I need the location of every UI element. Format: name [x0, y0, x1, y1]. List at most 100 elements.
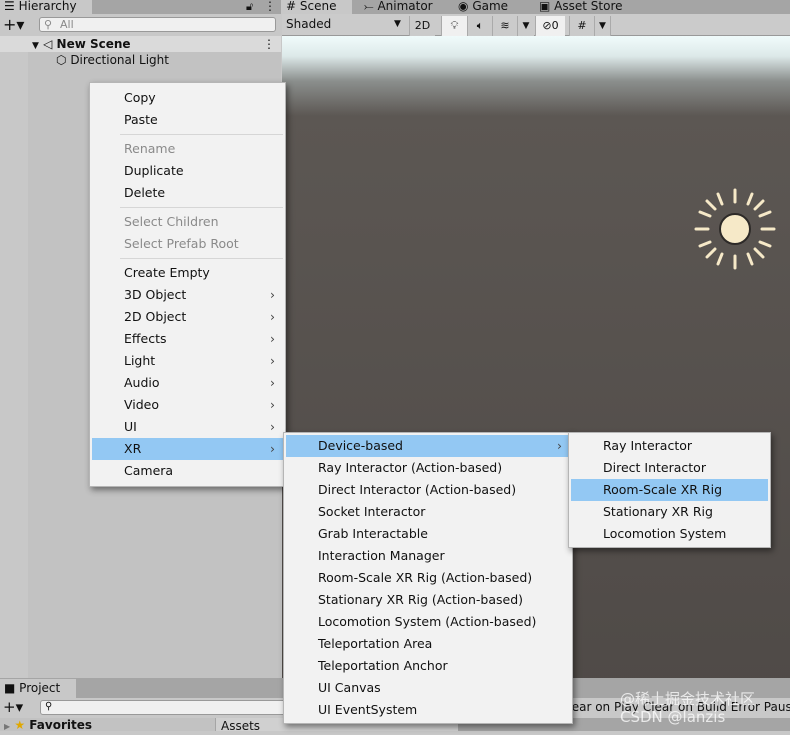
menu-item-locomotion-system[interactable]: Locomotion System	[571, 523, 768, 545]
menu-item-label: Effects	[124, 331, 167, 346]
menu-item-video[interactable]: Video ›	[92, 394, 283, 416]
menu-item-ui[interactable]: UI ›	[92, 416, 283, 438]
menu-item-label: Create Empty	[124, 265, 210, 280]
effects-toggle-icon[interactable]: ≋	[492, 16, 517, 36]
menu-item-2d-object[interactable]: 2D Object ›	[92, 306, 283, 328]
directional-light-gizmo-icon[interactable]	[694, 188, 776, 270]
menu-item-3d-object[interactable]: 3D Object ›	[92, 284, 283, 306]
menu-item-xr[interactable]: XR ›	[92, 438, 283, 460]
menu-item-label: Audio	[124, 375, 160, 390]
menu-item-label: Room-Scale XR Rig	[603, 482, 723, 497]
menu-item-socket-interactor[interactable]: Socket Interactor	[286, 501, 570, 523]
favorites-label: Favorites	[29, 718, 93, 732]
effects-dropdown-icon[interactable]: ▼	[517, 16, 534, 36]
lighting-toggle-icon[interactable]: 💡︎	[441, 16, 467, 36]
menu-item-locomotion-system-action-based[interactable]: Locomotion System (Action-based)	[286, 611, 570, 633]
menu-item-label: Locomotion System	[603, 526, 727, 541]
xr-submenu: Device-based › Ray Interactor (Action-base…	[283, 432, 573, 724]
tab-animator[interactable]: ⤚ Animator	[360, 0, 433, 14]
project-add-button[interactable]: +▾	[3, 698, 23, 716]
expand-arrow-icon[interactable]: ▶	[4, 722, 10, 731]
menu-item-delete[interactable]: Delete	[92, 182, 283, 204]
scene-row[interactable]: ▼ ◁ New Scene ⋮	[0, 36, 281, 52]
menu-item-label: 2D Object	[124, 309, 187, 324]
hierarchy-search-input[interactable]: ⚲ All	[39, 17, 276, 32]
menu-separator	[120, 207, 283, 208]
menu-item-room-scale-xr-rig[interactable]: Room-Scale XR Rig	[571, 479, 768, 501]
menu-item-label: Rename	[124, 141, 176, 156]
list-icon: ☰	[4, 0, 15, 13]
list-item[interactable]: ⬡ Directional Light	[56, 52, 169, 68]
menu-item-label: Interaction Manager	[318, 548, 445, 563]
menu-item-label: 3D Object	[124, 287, 187, 302]
bag-icon: ▣	[539, 0, 551, 13]
hidden-objects-toggle[interactable]: ⊘0	[535, 16, 565, 36]
audio-toggle-icon[interactable]: 🔈︎	[467, 16, 492, 36]
menu-item-camera[interactable]: Camera	[92, 460, 283, 482]
chevron-right-icon: ›	[270, 331, 275, 346]
cube-icon: ⬡	[56, 53, 67, 67]
add-button[interactable]: +▾	[3, 15, 24, 34]
menu-item-effects[interactable]: Effects ›	[92, 328, 283, 350]
lock-icon[interactable]: 🔓︎	[246, 0, 253, 14]
scene-menu-icon[interactable]: ⋮	[263, 36, 275, 52]
menu-item-label: Select Prefab Root	[124, 236, 239, 251]
menu-item-select-children: Select Children	[92, 211, 283, 233]
menu-item-audio[interactable]: Audio ›	[92, 372, 283, 394]
tab-scene[interactable]: # Scene	[282, 0, 352, 14]
menu-item-create-empty[interactable]: Create Empty	[92, 262, 283, 284]
tab-hierarchy[interactable]: ☰ Hierarchy	[0, 0, 92, 14]
menu-item-label: Direct Interactor	[603, 460, 706, 475]
grid-toggle-icon[interactable]: #	[569, 16, 594, 36]
grid-icon: #	[286, 0, 297, 13]
menu-item-interaction-manager[interactable]: Interaction Manager	[286, 545, 570, 567]
search-icon: ⚲	[45, 701, 53, 712]
menu-item-stationary-xr-rig-action-based[interactable]: Stationary XR Rig (Action-based)	[286, 589, 570, 611]
expand-arrow-icon[interactable]: ▼	[32, 41, 39, 51]
2d-toggle[interactable]: 2D	[409, 16, 435, 36]
menu-item-label: Grab Interactable	[318, 526, 428, 541]
scene-tabbar: # Scene ⤚ Animator ◉ Game ▣ Asset Store	[282, 0, 790, 14]
menu-item-ray-interactor-action-based[interactable]: Ray Interactor (Action-based)	[286, 457, 570, 479]
menu-item-ray-interactor[interactable]: Ray Interactor	[571, 435, 768, 457]
chevron-right-icon: ›	[270, 419, 275, 434]
menu-item-grab-interactable[interactable]: Grab Interactable	[286, 523, 570, 545]
menu-item-duplicate[interactable]: Duplicate	[92, 160, 283, 182]
tab-game[interactable]: ◉ Game	[454, 0, 508, 14]
menu-separator	[120, 258, 283, 259]
tab-label: Project	[19, 681, 61, 695]
more-icon[interactable]: ⋮	[264, 0, 276, 13]
eye-slash-icon: ⊘	[542, 19, 552, 32]
menu-item-label: Paste	[124, 112, 158, 127]
search-icon: ⚲	[44, 18, 53, 31]
menu-item-label: Stationary XR Rig (Action-based)	[318, 592, 524, 607]
tab-project[interactable]: ■ Project	[0, 679, 76, 698]
menu-item-ui-canvas[interactable]: UI Canvas	[286, 677, 570, 699]
tab-asset-store[interactable]: ▣ Asset Store	[535, 0, 623, 14]
menu-item-ui-eventsystem[interactable]: UI EventSystem	[286, 699, 570, 721]
chevron-right-icon: ›	[270, 287, 275, 302]
menu-item-direct-interactor-action-based[interactable]: Direct Interactor (Action-based)	[286, 479, 570, 501]
grid-dropdown-icon[interactable]: ▼	[594, 16, 611, 36]
tab-label: Hierarchy	[18, 0, 77, 13]
menu-item-label: UI Canvas	[318, 680, 381, 695]
menu-item-label: Duplicate	[124, 163, 184, 178]
tab-label: Animator	[377, 0, 433, 13]
menu-item-copy[interactable]: Copy	[92, 87, 283, 109]
menu-item-teleportation-area[interactable]: Teleportation Area	[286, 633, 570, 655]
unity-scene-icon: ◁	[43, 37, 53, 51]
menu-item-device-based[interactable]: Device-based ›	[286, 435, 570, 457]
menu-item-direct-interactor[interactable]: Direct Interactor	[571, 457, 768, 479]
menu-item-room-scale-xr-rig-action-based[interactable]: Room-Scale XR Rig (Action-based)	[286, 567, 570, 589]
menu-item-paste[interactable]: Paste	[92, 109, 283, 131]
menu-item-teleportation-anchor[interactable]: Teleportation Anchor	[286, 655, 570, 677]
menu-item-light[interactable]: Light ›	[92, 350, 283, 372]
gamepad-icon: ◉	[458, 0, 469, 13]
menu-item-stationary-xr-rig[interactable]: Stationary XR Rig	[571, 501, 768, 523]
shading-dropdown[interactable]: Shaded ▼	[286, 17, 401, 31]
chevron-right-icon: ›	[557, 438, 562, 453]
project-search-input[interactable]: ⚲	[40, 700, 290, 715]
chevron-right-icon: ›	[270, 441, 275, 456]
favorites-item[interactable]: ▶ ★ Favorites	[0, 718, 215, 732]
tab-label: Scene	[299, 0, 337, 13]
